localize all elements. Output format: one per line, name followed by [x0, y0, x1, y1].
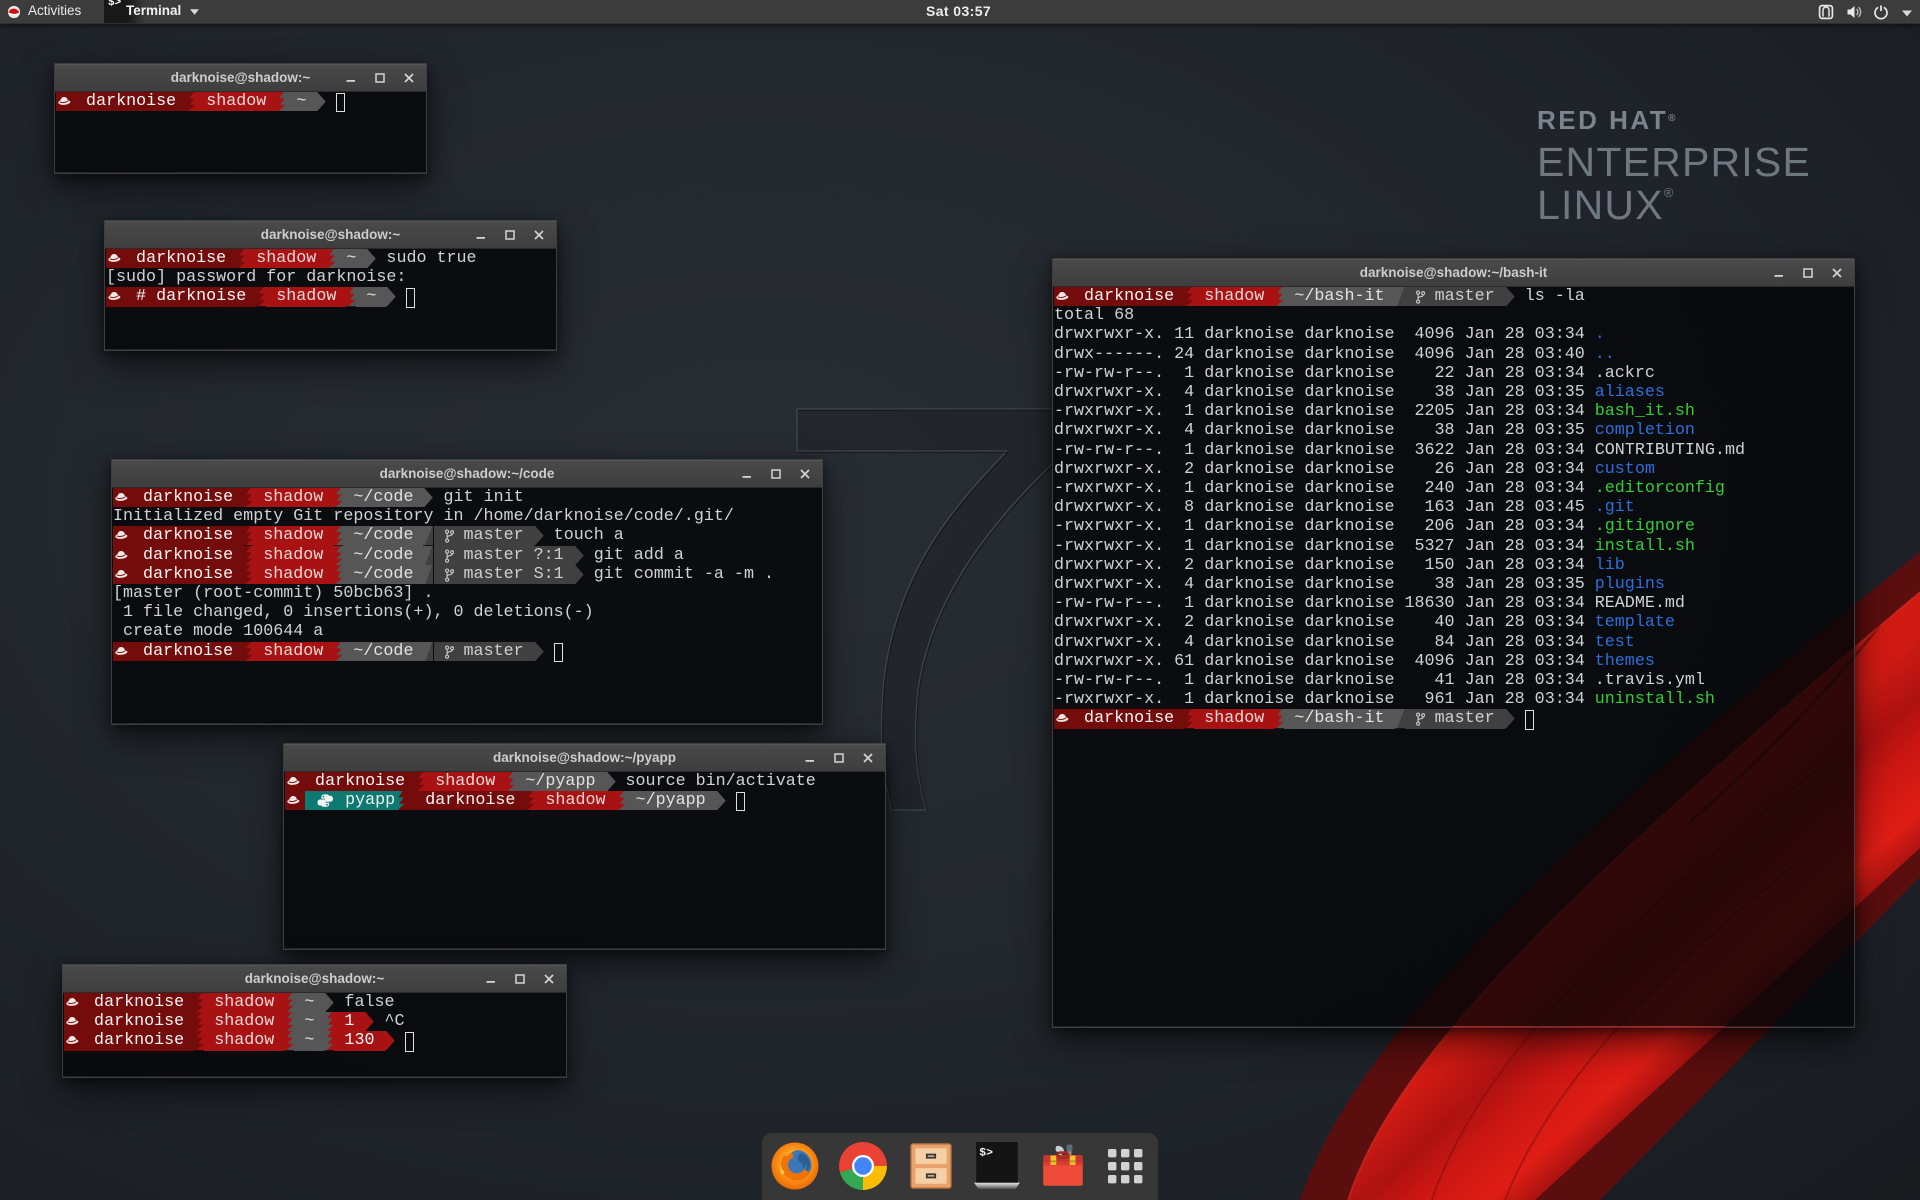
svg-text:$>: $> [979, 1147, 993, 1160]
